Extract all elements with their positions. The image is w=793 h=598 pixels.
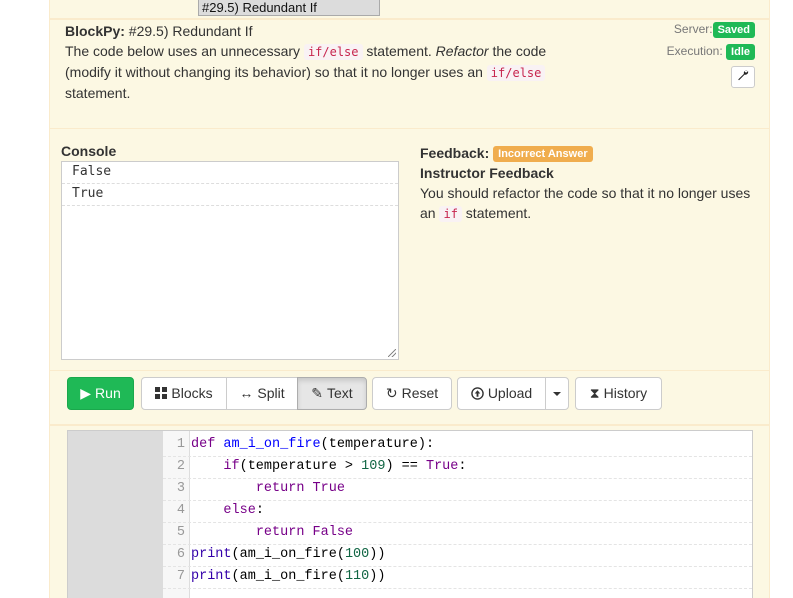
code-editor[interactable]: 1 def am_i_on_fire(temperature): 2 if(temp…: [67, 430, 753, 598]
hourglass-icon: ⧗: [589, 385, 600, 401]
description-text: statement.: [362, 43, 436, 59]
blocks-mode-button[interactable]: Blocks: [141, 377, 227, 410]
code-text: def am_i_on_fire(temperature):: [191, 437, 435, 452]
line-number: 4: [176, 503, 185, 518]
code-line[interactable]: 1 def am_i_on_fire(temperature):: [163, 435, 752, 457]
console-line: False: [62, 162, 398, 184]
code-text: return False: [255, 525, 354, 540]
line-number: 2: [176, 459, 185, 474]
code-line[interactable]: 4 else:: [163, 501, 752, 523]
pencil-icon: ✎: [311, 385, 324, 401]
code-line[interactable]: 7 print(am_i_on_fire(110)): [163, 567, 752, 589]
caret-down-icon: [553, 392, 561, 397]
assignment-header: BlockPy: #29.5) Redundant If The code be…: [65, 21, 565, 103]
settings-button[interactable]: [731, 66, 755, 88]
editor-left-gutter: [68, 431, 163, 598]
console-output[interactable]: False True: [61, 161, 399, 360]
code-line[interactable]: 2 if(temperature > 109) == True:: [163, 457, 752, 479]
feedback-status-badge: Incorrect Answer: [493, 146, 593, 162]
feedback-title: Instructor Feedback: [420, 165, 554, 181]
upload-dropdown-toggle[interactable]: [545, 377, 569, 410]
code-line[interactable]: 6 print(am_i_on_fire(100)): [163, 545, 752, 567]
feedback-code: if: [439, 206, 462, 222]
resize-handle[interactable]: [388, 349, 396, 357]
top-strip: [50, 0, 769, 20]
execution-status-badge: Idle: [726, 44, 755, 60]
text-label: Text: [327, 385, 353, 401]
line-number: 5: [176, 525, 185, 540]
code-line[interactable]: 5 return False: [163, 523, 752, 545]
upload-circle-icon: [471, 385, 484, 401]
run-button[interactable]: ▶ Run: [67, 377, 134, 410]
description-text: statement.: [65, 85, 131, 101]
reset-button[interactable]: ↻ Reset: [372, 377, 452, 410]
code-text: print(am_i_on_fire(110)): [191, 569, 386, 584]
divider: [50, 424, 769, 426]
line-number: 6: [176, 547, 185, 562]
blocks-label: Blocks: [171, 385, 213, 401]
feedback-message: You should refactor the code so that it …: [420, 183, 760, 224]
arrows-horizontal-icon: ↔: [239, 385, 254, 401]
refresh-icon: ↻: [385, 385, 398, 401]
console-line: True: [62, 184, 398, 206]
history-button[interactable]: ⧗ History: [575, 377, 662, 410]
server-label: Server:: [673, 22, 713, 36]
feedback-panel: Feedback: Incorrect Answer Instructor Fe…: [420, 143, 760, 224]
divider: [50, 128, 769, 129]
feedback-text: statement.: [461, 205, 532, 221]
play-icon: ▶: [80, 385, 92, 401]
line-number: 3: [176, 481, 185, 496]
split-label: Split: [257, 385, 285, 401]
split-mode-button[interactable]: ↔ Split: [226, 377, 298, 410]
code-text: if(temperature > 109) == True:: [223, 459, 467, 474]
emphasis-text: Refactor: [435, 43, 489, 59]
server-status-badge: Saved: [712, 22, 755, 38]
run-label: Run: [95, 385, 121, 401]
description-text: The code below uses an unnecessary: [65, 43, 304, 59]
wrench-icon: [737, 70, 749, 84]
feedback-label: Feedback:: [420, 145, 490, 161]
upload-label: Upload: [487, 385, 533, 401]
history-label: History: [603, 385, 648, 401]
upload-button[interactable]: Upload: [457, 377, 546, 410]
inline-code: if/else: [303, 44, 363, 60]
execution-label: Execution:: [666, 44, 723, 58]
code-lines[interactable]: 1 def am_i_on_fire(temperature): 2 if(temp…: [163, 435, 752, 589]
code-line[interactable]: 3 return True: [163, 479, 752, 501]
grid-icon: [155, 385, 168, 401]
assignment-title: #29.5) Redundant If: [124, 23, 253, 39]
assignment-description: The code below uses an unnecessary if/el…: [65, 41, 565, 103]
text-mode-button[interactable]: ✎ Text: [297, 377, 367, 410]
code-text: print(am_i_on_fire(100)): [191, 547, 386, 562]
code-text: return True: [255, 481, 345, 496]
line-number: 1: [176, 437, 185, 452]
line-number: 7: [176, 569, 185, 584]
status-panel: Server: Saved Execution: Idle: [667, 20, 755, 88]
code-text: else:: [223, 503, 264, 518]
console-label: Console: [61, 143, 117, 159]
blockpy-panel: #29.5) Redundant If BlockPy: #29.5) Redu…: [49, 0, 770, 598]
inline-code: if/else: [486, 65, 546, 81]
divider: [50, 370, 769, 371]
assignment-selector[interactable]: #29.5) Redundant If: [198, 0, 380, 16]
reset-label: Reset: [401, 385, 439, 401]
app-label: BlockPy:: [65, 23, 125, 39]
